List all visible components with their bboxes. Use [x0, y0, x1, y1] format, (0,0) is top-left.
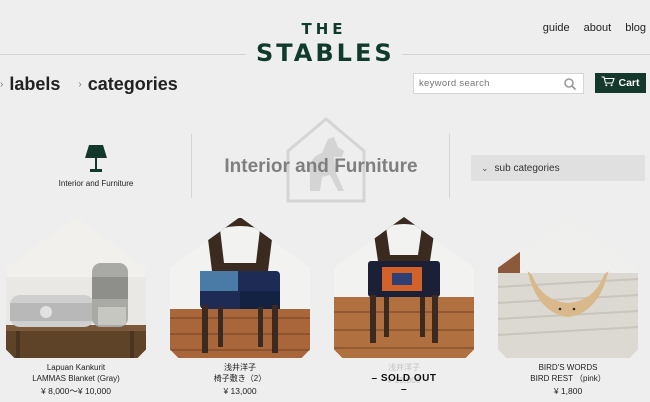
- product-brand: 浅井洋子: [388, 363, 420, 372]
- category-icon-block[interactable]: Interior and Furniture: [40, 145, 152, 188]
- product-price: ¥ 8,000～¥ 10,000: [41, 386, 111, 396]
- site-logo[interactable]: THE STABLES: [256, 20, 395, 67]
- product-name: 椅子敷き（2）: [213, 374, 267, 383]
- filter-nav: › labels › categories: [0, 74, 196, 95]
- cart-button[interactable]: Cart: [595, 73, 646, 93]
- labels-menu[interactable]: › labels: [0, 74, 60, 95]
- logo-bottom-text: STABLES: [256, 39, 395, 67]
- sold-out-label: SOLD OUT: [380, 373, 437, 384]
- product-card-bird-rest[interactable]: BIRD'S WORDS BIRD REST （pink） ¥ 1,800: [498, 217, 638, 397]
- search-icon[interactable]: [562, 76, 578, 92]
- nav-about-link[interactable]: about: [584, 22, 612, 34]
- product-price: ¥ 13,000: [223, 386, 257, 396]
- product-card-lammas-blanket[interactable]: Lapuan Kankurit LAMMAS Blanket (Gray) ¥ …: [6, 217, 146, 397]
- sold-out-badge: – SOLD OUT –: [371, 373, 437, 395]
- product-price: ¥ 1,800: [553, 386, 583, 396]
- product-image[interactable]: [334, 217, 474, 358]
- sub-categories-label: sub categories: [494, 162, 560, 174]
- product-card-chair-cushion-soldout[interactable]: 浅井洋子 ¥ 13,000 – SOLD OUT –: [334, 217, 474, 395]
- cart-label: Cart: [618, 77, 640, 89]
- search-input[interactable]: [414, 78, 562, 89]
- header-divider-right: [402, 54, 650, 55]
- nav-blog-link[interactable]: blog: [625, 22, 646, 34]
- product-brand: 浅井洋子: [224, 363, 256, 372]
- category-divider-left: [191, 134, 192, 198]
- category-title: Interior and Furniture: [224, 156, 418, 177]
- product-brand: Lapuan Kankurit: [46, 363, 106, 372]
- product-brand: BIRD'S WORDS: [538, 363, 598, 372]
- nav-guide-link[interactable]: guide: [543, 22, 570, 34]
- search-box: [413, 73, 584, 94]
- lamp-icon: [83, 145, 109, 173]
- category-divider-right: [449, 134, 450, 198]
- product-name: LAMMAS Blanket (Gray): [32, 374, 120, 383]
- logo-top-text: THE: [301, 20, 347, 38]
- top-nav: guide about blog: [543, 22, 646, 34]
- sub-categories-dropdown[interactable]: ⌄ sub categories: [471, 155, 645, 181]
- chevron-right-icon: ›: [0, 79, 4, 90]
- labels-menu-label: labels: [9, 74, 61, 94]
- chevron-right-icon: ›: [78, 79, 82, 90]
- product-card-chair-cushion-2[interactable]: 浅井洋子 椅子敷き（2） ¥ 13,000: [170, 217, 310, 397]
- categories-menu-label: categories: [87, 74, 178, 94]
- category-icon-label: Interior and Furniture: [58, 179, 134, 188]
- product-image[interactable]: [498, 217, 638, 358]
- product-name: BIRD REST （pink）: [530, 374, 606, 383]
- chevron-down-icon: ⌄: [481, 162, 489, 173]
- categories-menu[interactable]: › categories: [78, 74, 177, 95]
- product-image[interactable]: [170, 217, 310, 358]
- product-image[interactable]: [6, 217, 146, 358]
- cart-icon: [601, 74, 616, 92]
- header-divider-left: [0, 54, 246, 55]
